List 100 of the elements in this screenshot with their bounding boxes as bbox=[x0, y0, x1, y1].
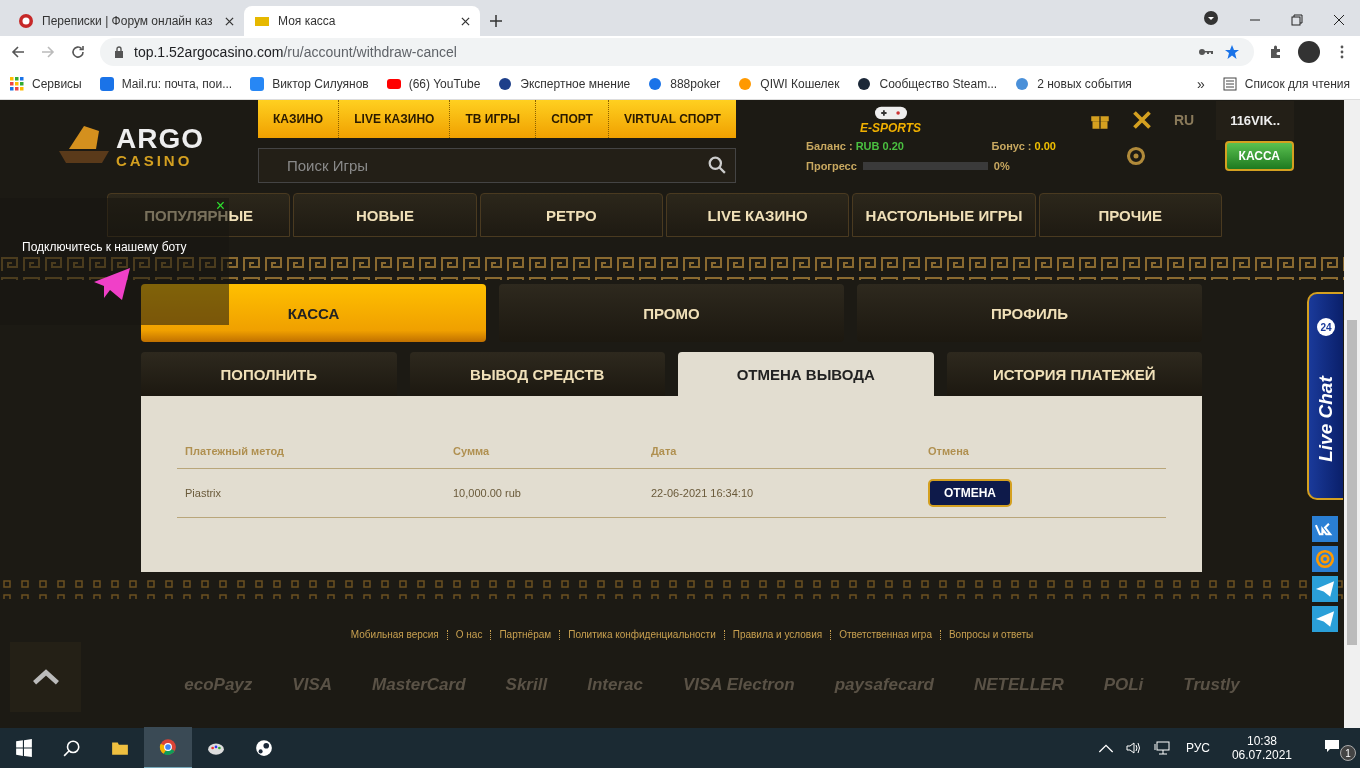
category-tab[interactable]: РЕТРО bbox=[479, 193, 663, 237]
message-icon bbox=[1324, 739, 1340, 753]
browser-tab[interactable]: Переписки | Форум онлайн каз bbox=[8, 6, 244, 36]
table-cell-text: 22-06-2021 16:34:10 bbox=[650, 487, 755, 499]
reading-list-button[interactable]: Список для чтения bbox=[1222, 76, 1350, 91]
notification-count: 1 bbox=[1340, 745, 1356, 761]
lock-icon bbox=[114, 46, 124, 58]
payment-logo: NETELLER bbox=[973, 675, 1064, 695]
payment-logo: Skrill bbox=[505, 675, 548, 695]
bookmark-icon bbox=[99, 76, 114, 91]
table-cell-text: 10,000.00 rub bbox=[452, 487, 522, 499]
footer-link[interactable]: Партнёрам bbox=[491, 629, 560, 640]
payment-logo: ecoPayz bbox=[184, 675, 253, 695]
category-tab[interactable]: ПРОЧИЕ bbox=[1038, 193, 1222, 237]
bookmark[interactable]: 888poker bbox=[648, 76, 721, 91]
top-nav-link[interactable]: VIRTUAL СПОРТ bbox=[609, 100, 736, 138]
tab-search-icon[interactable] bbox=[1203, 10, 1219, 26]
paper-plane-icon[interactable] bbox=[1312, 576, 1338, 602]
bookmark-icon bbox=[857, 76, 872, 91]
progress-label: Прогресс bbox=[806, 160, 857, 172]
bookmark[interactable]: QIWI Кошелек bbox=[738, 76, 840, 91]
paper-plane-icon[interactable] bbox=[1312, 606, 1338, 632]
account-tab[interactable]: ПРОФИЛЬ bbox=[857, 284, 1202, 342]
sub-tab[interactable]: ПОПОЛНИТЬ bbox=[141, 352, 397, 396]
footer-link[interactable]: Мобильная версия bbox=[342, 629, 447, 640]
payment-logo: MasterCard bbox=[372, 675, 466, 695]
payment-logo: VISA bbox=[292, 675, 332, 695]
category-tab[interactable]: LIVE КАЗИНО bbox=[666, 193, 850, 237]
new-tab-icon[interactable] bbox=[490, 15, 502, 27]
account-tab[interactable]: ПРОМО bbox=[499, 284, 844, 342]
language-selector[interactable]: RU bbox=[1173, 112, 1195, 128]
close-icon[interactable] bbox=[461, 16, 470, 26]
balance-text: Баланс : RUB 0.20 bbox=[806, 140, 904, 152]
bookmark[interactable]: Виктор Силуянов bbox=[250, 76, 369, 91]
browser-tab[interactable]: Моя касса bbox=[244, 6, 480, 36]
sub-tab[interactable]: ИСТОРИЯ ПЛАТЕЖЕЙ bbox=[946, 352, 1202, 396]
payment-logo: Interac bbox=[587, 675, 643, 695]
live-chat-button[interactable]: 24 Live Chat bbox=[1307, 292, 1343, 500]
bookmark[interactable]: (66) YouTube bbox=[386, 76, 481, 91]
keyboard-language[interactable]: РУС bbox=[1185, 741, 1210, 755]
esports-logo[interactable]: E-SPORTS bbox=[860, 105, 922, 135]
search-icon[interactable] bbox=[708, 156, 726, 174]
top-nav-link[interactable]: СПОРТ bbox=[536, 100, 609, 138]
footer-link[interactable]: Политика конфиденциальности bbox=[560, 629, 724, 640]
username[interactable]: 116VIK.. bbox=[1216, 100, 1294, 140]
search-field[interactable]: Поиск Игры bbox=[258, 148, 736, 183]
top-nav-link[interactable]: LIVE КАЗИНО bbox=[339, 100, 451, 138]
payment-logo: VISA Electron bbox=[682, 675, 795, 695]
bookmark-icon bbox=[738, 76, 753, 91]
scroll-up-button[interactable] bbox=[10, 642, 81, 712]
bookmark-icon bbox=[250, 76, 265, 91]
category-tab[interactable]: НОВЫЕ bbox=[293, 193, 477, 237]
speaker-icon[interactable] bbox=[1125, 741, 1142, 755]
bookmark-icon bbox=[386, 76, 401, 91]
bookmark[interactable]: Экспертное мнение bbox=[498, 76, 631, 91]
close-icon[interactable] bbox=[1333, 14, 1345, 26]
favicon-icon bbox=[18, 13, 34, 29]
vk-icon[interactable] bbox=[1312, 516, 1338, 542]
clock[interactable]: 10:38 06.07.2021 bbox=[1231, 734, 1292, 762]
more-bookmarks-button[interactable]: » bbox=[1197, 75, 1205, 92]
phone-24-badge: 24 bbox=[1317, 318, 1335, 336]
payment-logo: paysafecard bbox=[834, 675, 934, 695]
bookmark-icon bbox=[648, 76, 663, 91]
cancel-button[interactable]: ОТМЕНА bbox=[928, 479, 1012, 507]
bookmark[interactable]: Сервисы bbox=[10, 76, 82, 91]
popup-text: Подключитесь к нашему боту bbox=[22, 240, 187, 254]
chrome-icon[interactable] bbox=[144, 727, 192, 768]
scrollbar[interactable] bbox=[1344, 100, 1360, 728]
refresh-icon[interactable] bbox=[1126, 146, 1146, 166]
bookmark-icon bbox=[498, 76, 513, 91]
reload-icon[interactable] bbox=[70, 44, 86, 60]
account-tab[interactable]: КАССА bbox=[141, 284, 486, 342]
profile-avatar[interactable] bbox=[1298, 41, 1320, 63]
bonus-text: Бонус : 0.00 bbox=[991, 140, 1056, 152]
footer-link[interactable]: Правила и условия bbox=[724, 629, 831, 640]
top-nav-link[interactable]: КАЗИНО bbox=[258, 100, 340, 138]
table-cell-text: Piastrix bbox=[184, 487, 223, 499]
bookmark[interactable]: 2 новых события bbox=[1015, 76, 1132, 91]
bookmark[interactable]: Сообщество Steam... bbox=[857, 76, 998, 91]
network-icon[interactable] bbox=[1153, 741, 1170, 755]
list-icon bbox=[1222, 76, 1237, 91]
sub-tab[interactable]: ОТМЕНА ВЫВОДА bbox=[678, 352, 934, 396]
close-icon[interactable] bbox=[225, 16, 234, 26]
bookmark-icon bbox=[10, 76, 24, 91]
casino-logo[interactable]: ARGO CASINO bbox=[0, 100, 258, 192]
bookmark-icon bbox=[1015, 76, 1030, 91]
bookmark[interactable]: Mail.ru: почта, пои... bbox=[99, 76, 233, 91]
payment-logo: POLi bbox=[1103, 675, 1144, 695]
restore-icon[interactable] bbox=[1291, 14, 1303, 26]
top-nav-link[interactable]: ТВ ИГРЫ bbox=[450, 100, 537, 138]
category-tab[interactable]: НАСТОЛЬНЫЕ ИГРЫ bbox=[852, 193, 1036, 237]
sub-tab[interactable]: ВЫВОД СРЕДСТВ bbox=[409, 352, 665, 396]
footer-link[interactable]: Вопросы и ответы bbox=[940, 629, 1042, 640]
star-icon[interactable] bbox=[1224, 44, 1240, 60]
footer-link[interactable]: О нас bbox=[447, 629, 491, 640]
address-bar[interactable]: top.1.52argocasino.com/ru/account/withdraw-cancel bbox=[100, 38, 1254, 66]
back-icon[interactable] bbox=[10, 44, 26, 60]
column-header: Дата bbox=[650, 445, 678, 457]
chevron-up-icon bbox=[31, 669, 60, 685]
footer-link[interactable]: Ответственная игра bbox=[831, 629, 940, 640]
